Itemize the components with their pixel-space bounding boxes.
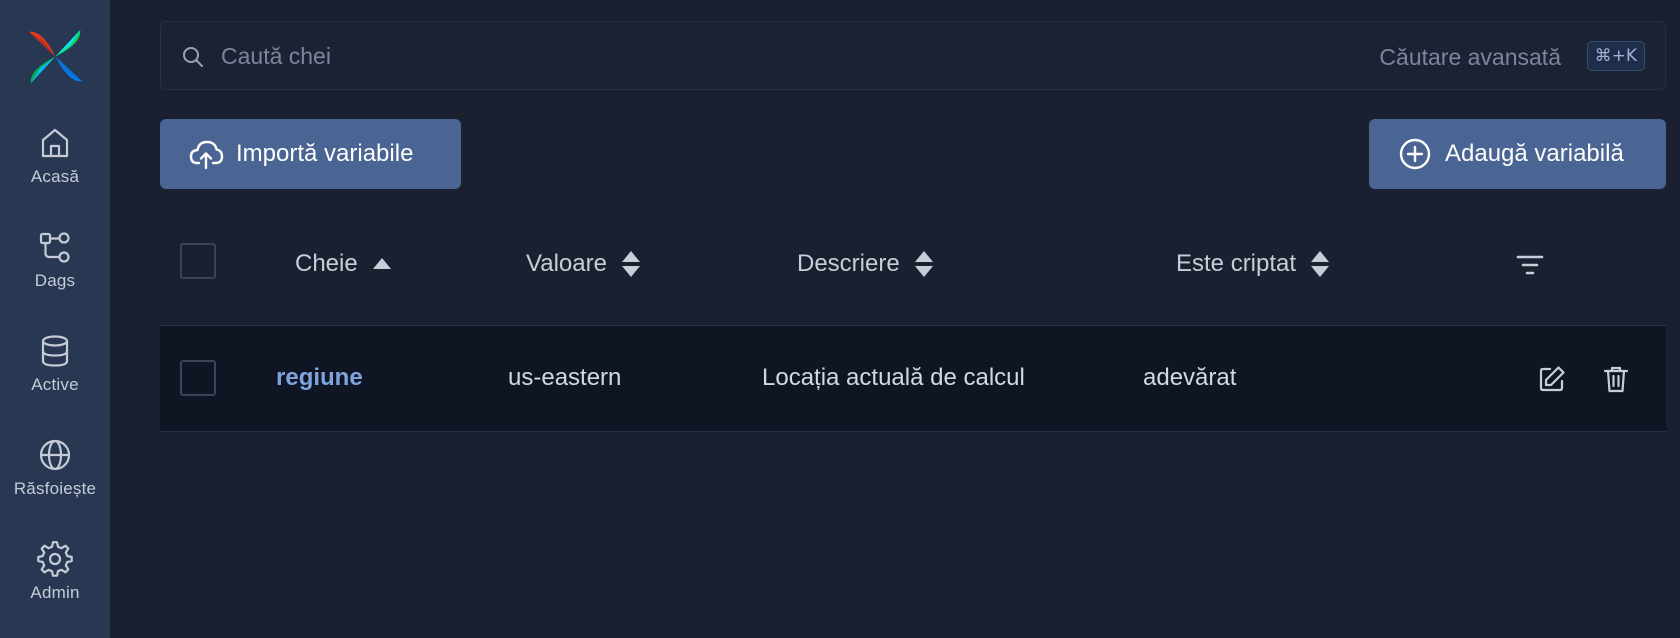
nav-item-dags[interactable]: Dags <box>0 229 110 309</box>
edit-icon[interactable] <box>1537 364 1567 394</box>
dags-icon <box>37 229 73 265</box>
sidebar: Acasă Dags Active Răsfoiește Admin <box>0 0 110 638</box>
variable-encrypted: adevărat <box>1143 364 1237 391</box>
select-all-checkbox[interactable] <box>180 243 216 279</box>
sort-both-icon <box>621 250 641 278</box>
sort-both-icon <box>1310 250 1330 278</box>
variable-description: Locația actuală de calcul <box>762 364 1025 391</box>
column-header-value-label: Valoare <box>526 250 607 277</box>
sort-both-icon <box>914 250 934 278</box>
cloud-upload-icon <box>188 136 224 172</box>
column-header-encrypted-label: Este criptat <box>1176 250 1297 277</box>
home-icon <box>37 125 73 161</box>
row-divider <box>160 431 1666 432</box>
filter-icon[interactable] <box>1515 250 1545 280</box>
variable-value: us-eastern <box>508 364 622 391</box>
database-icon <box>37 333 73 369</box>
table-row: regiune us-eastern Locația actuală de ca… <box>160 326 1666 431</box>
add-variable-button[interactable]: Adaugă variabilă <box>1369 119 1666 189</box>
row-checkbox[interactable] <box>180 360 216 396</box>
column-header-key[interactable]: Cheie <box>295 250 392 278</box>
delete-icon[interactable] <box>1601 364 1631 394</box>
nav-label-browse: Răsfoiește <box>13 479 97 498</box>
add-variable-label: Adaugă variabilă <box>1445 140 1624 167</box>
shortcut-badge: ⌘+K <box>1586 41 1645 71</box>
airflow-logo[interactable] <box>27 28 84 85</box>
search-input[interactable] <box>221 36 1121 76</box>
gear-icon <box>37 541 73 577</box>
nav-item-admin[interactable]: Admin <box>0 541 110 621</box>
advanced-search-link[interactable]: Căutare avansată <box>1379 44 1561 71</box>
nav-item-assets[interactable]: Active <box>0 333 110 413</box>
search-bar: Căutare avansată ⌘+K <box>160 21 1666 90</box>
nav-item-browse[interactable]: Răsfoiește <box>0 437 110 517</box>
sort-ascending-icon <box>372 257 392 271</box>
import-variables-button[interactable]: Importă variabile <box>160 119 461 189</box>
column-header-description[interactable]: Descriere <box>797 250 934 278</box>
search-icon <box>181 45 205 69</box>
nav-item-home[interactable]: Acasă <box>0 125 110 205</box>
plus-circle-icon <box>1397 136 1433 172</box>
column-header-key-label: Cheie <box>295 250 358 277</box>
nav-label-assets: Active <box>31 375 79 394</box>
column-header-value[interactable]: Valoare <box>526 250 641 278</box>
table-header: Cheie Valoare Descriere Este criptat <box>160 210 1666 325</box>
column-header-encrypted[interactable]: Este criptat <box>1176 250 1330 278</box>
globe-icon <box>37 437 73 473</box>
column-header-description-label: Descriere <box>797 250 900 277</box>
nav-label-home: Acasă <box>30 167 80 186</box>
nav-label-dags: Dags <box>34 271 76 290</box>
nav-label-admin: Admin <box>30 583 80 602</box>
import-variables-label: Importă variabile <box>236 140 414 167</box>
variable-key-link[interactable]: regiune <box>276 364 363 392</box>
